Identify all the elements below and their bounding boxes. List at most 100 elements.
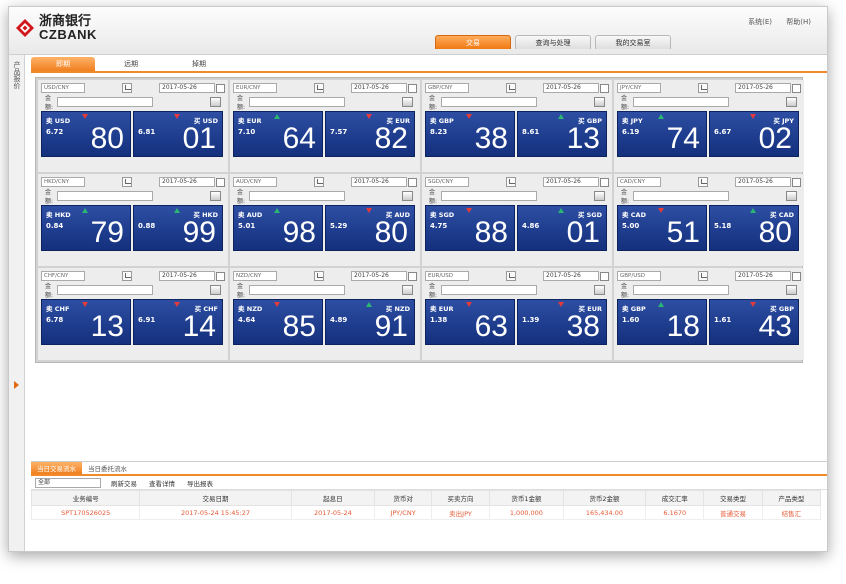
value-date-field[interactable]: 2017-05-26 [543, 177, 599, 187]
column-header[interactable]: 起息日 [290, 490, 376, 506]
column-header[interactable]: 业务编号 [30, 490, 141, 506]
calendar-icon[interactable] [600, 271, 609, 281]
amount-input[interactable] [441, 285, 537, 295]
amount-input[interactable] [57, 97, 153, 107]
tab-trade[interactable]: 交易 [435, 35, 511, 49]
amount-button[interactable] [594, 191, 605, 201]
currency-pair-select[interactable]: USD/CNY [41, 83, 85, 93]
sell-quote-button[interactable]: 卖 AUD 5.01 98 [233, 205, 323, 251]
subtab-forward[interactable]: 远期 [99, 57, 163, 71]
currency-pair-select[interactable]: JPY/CNY [617, 83, 661, 93]
amount-input[interactable] [441, 191, 537, 201]
sell-quote-button[interactable]: 卖 EUR 7.10 64 [233, 111, 323, 157]
sell-quote-button[interactable]: 卖 NZD 4.64 85 [233, 299, 323, 345]
chart-icon[interactable] [506, 271, 516, 281]
menu-help[interactable]: 帮助(H) [786, 18, 811, 26]
value-date-field[interactable]: 2017-05-26 [159, 271, 215, 281]
amount-input[interactable] [249, 97, 345, 107]
chart-icon[interactable] [698, 271, 708, 281]
subtab-swap[interactable]: 掉期 [167, 57, 231, 71]
amount-button[interactable] [210, 285, 221, 295]
buy-quote-button[interactable]: 买 GBP 1.61 43 [709, 299, 799, 345]
sell-quote-button[interactable]: 卖 GBP 1.60 18 [617, 299, 707, 345]
buy-quote-button[interactable]: 买 USD 6.81 01 [133, 111, 223, 157]
amount-input[interactable] [57, 191, 153, 201]
expand-arrow-icon[interactable] [14, 381, 19, 389]
buy-quote-button[interactable]: 买 EUR 7.57 82 [325, 111, 415, 157]
chart-icon[interactable] [314, 177, 324, 187]
calendar-icon[interactable] [408, 271, 417, 281]
chart-icon[interactable] [122, 83, 132, 93]
chart-icon[interactable] [122, 271, 132, 281]
calendar-icon[interactable] [408, 177, 417, 187]
buy-quote-button[interactable]: 买 GBP 8.61 13 [517, 111, 607, 157]
chart-icon[interactable] [698, 177, 708, 187]
buy-quote-button[interactable]: 买 HKD 0.88 99 [133, 205, 223, 251]
buy-quote-button[interactable]: 买 CHF 6.91 14 [133, 299, 223, 345]
export-report-button[interactable]: 导出报表 [187, 478, 213, 488]
value-date-field[interactable]: 2017-05-26 [735, 83, 791, 93]
amount-input[interactable] [633, 191, 729, 201]
value-date-field[interactable]: 2017-05-26 [159, 177, 215, 187]
column-header[interactable]: 货币1金额 [489, 490, 564, 506]
sell-quote-button[interactable]: 卖 CHF 6.78 13 [41, 299, 131, 345]
amount-button[interactable] [786, 285, 797, 295]
buy-quote-button[interactable]: 买 NZD 4.89 91 [325, 299, 415, 345]
amount-input[interactable] [249, 285, 345, 295]
column-header[interactable]: 货币2金额 [562, 490, 647, 506]
calendar-icon[interactable] [216, 177, 225, 187]
buy-quote-button[interactable]: 买 CAD 5.18 80 [709, 205, 799, 251]
currency-pair-select[interactable]: HKD/CNY [41, 177, 85, 187]
column-header[interactable]: 成交汇率 [645, 490, 705, 506]
tab-today-orders[interactable]: 当日委托流水 [82, 462, 133, 474]
column-header[interactable]: 货币对 [374, 490, 432, 506]
side-label[interactable]: 产品报价 [12, 61, 22, 89]
chart-icon[interactable] [698, 83, 708, 93]
currency-pair-select[interactable]: EUR/USD [425, 271, 469, 281]
sell-quote-button[interactable]: 卖 HKD 0.84 79 [41, 205, 131, 251]
value-date-field[interactable]: 2017-05-26 [351, 177, 407, 187]
buy-quote-button[interactable]: 买 AUD 5.29 80 [325, 205, 415, 251]
chart-icon[interactable] [506, 83, 516, 93]
menu-system[interactable]: 系统(E) [748, 18, 772, 26]
amount-button[interactable] [786, 97, 797, 107]
amount-button[interactable] [402, 97, 413, 107]
table-row[interactable]: SPT170526025 2017-05-24 15:45:27 2017-05-2… [30, 505, 822, 520]
tab-my-room[interactable]: 我的交易室 [595, 35, 671, 49]
sell-quote-button[interactable]: 卖 USD 6.72 80 [41, 111, 131, 157]
buy-quote-button[interactable]: 买 SGD 4.86 01 [517, 205, 607, 251]
column-header[interactable]: 买卖方向 [430, 490, 491, 506]
value-date-field[interactable]: 2017-05-26 [543, 271, 599, 281]
value-date-field[interactable]: 2017-05-26 [543, 83, 599, 93]
buy-quote-button[interactable]: 买 EUR 1.39 38 [517, 299, 607, 345]
sell-quote-button[interactable]: 卖 GBP 8.23 38 [425, 111, 515, 157]
currency-pair-select[interactable]: CAD/CNY [617, 177, 661, 187]
currency-pair-select[interactable]: AUD/CNY [233, 177, 277, 187]
calendar-icon[interactable] [408, 83, 417, 93]
calendar-icon[interactable] [600, 83, 609, 93]
calendar-icon[interactable] [600, 177, 609, 187]
value-date-field[interactable]: 2017-05-26 [735, 271, 791, 281]
chart-icon[interactable] [314, 83, 324, 93]
calendar-icon[interactable] [216, 83, 225, 93]
amount-button[interactable] [594, 97, 605, 107]
sell-quote-button[interactable]: 卖 SGD 4.75 88 [425, 205, 515, 251]
chart-icon[interactable] [314, 271, 324, 281]
amount-button[interactable] [786, 191, 797, 201]
value-date-field[interactable]: 2017-05-26 [735, 177, 791, 187]
refresh-trades-button[interactable]: 刷新交易 [111, 478, 137, 488]
tab-today-trades[interactable]: 当日交易流水 [31, 462, 82, 474]
column-header[interactable]: 交易日期 [139, 490, 292, 506]
amount-button[interactable] [402, 285, 413, 295]
buy-quote-button[interactable]: 买 JPY 6.67 02 [709, 111, 799, 157]
column-header[interactable]: 产品类型 [761, 490, 822, 506]
chart-icon[interactable] [506, 177, 516, 187]
currency-pair-select[interactable]: SGD/CNY [425, 177, 469, 187]
calendar-icon[interactable] [216, 271, 225, 281]
amount-input[interactable] [633, 285, 729, 295]
sell-quote-button[interactable]: 卖 CAD 5.00 51 [617, 205, 707, 251]
sell-quote-button[interactable]: 卖 JPY 6.19 74 [617, 111, 707, 157]
currency-pair-select[interactable]: NZD/CNY [233, 271, 277, 281]
amount-button[interactable] [210, 191, 221, 201]
amount-button[interactable] [210, 97, 221, 107]
